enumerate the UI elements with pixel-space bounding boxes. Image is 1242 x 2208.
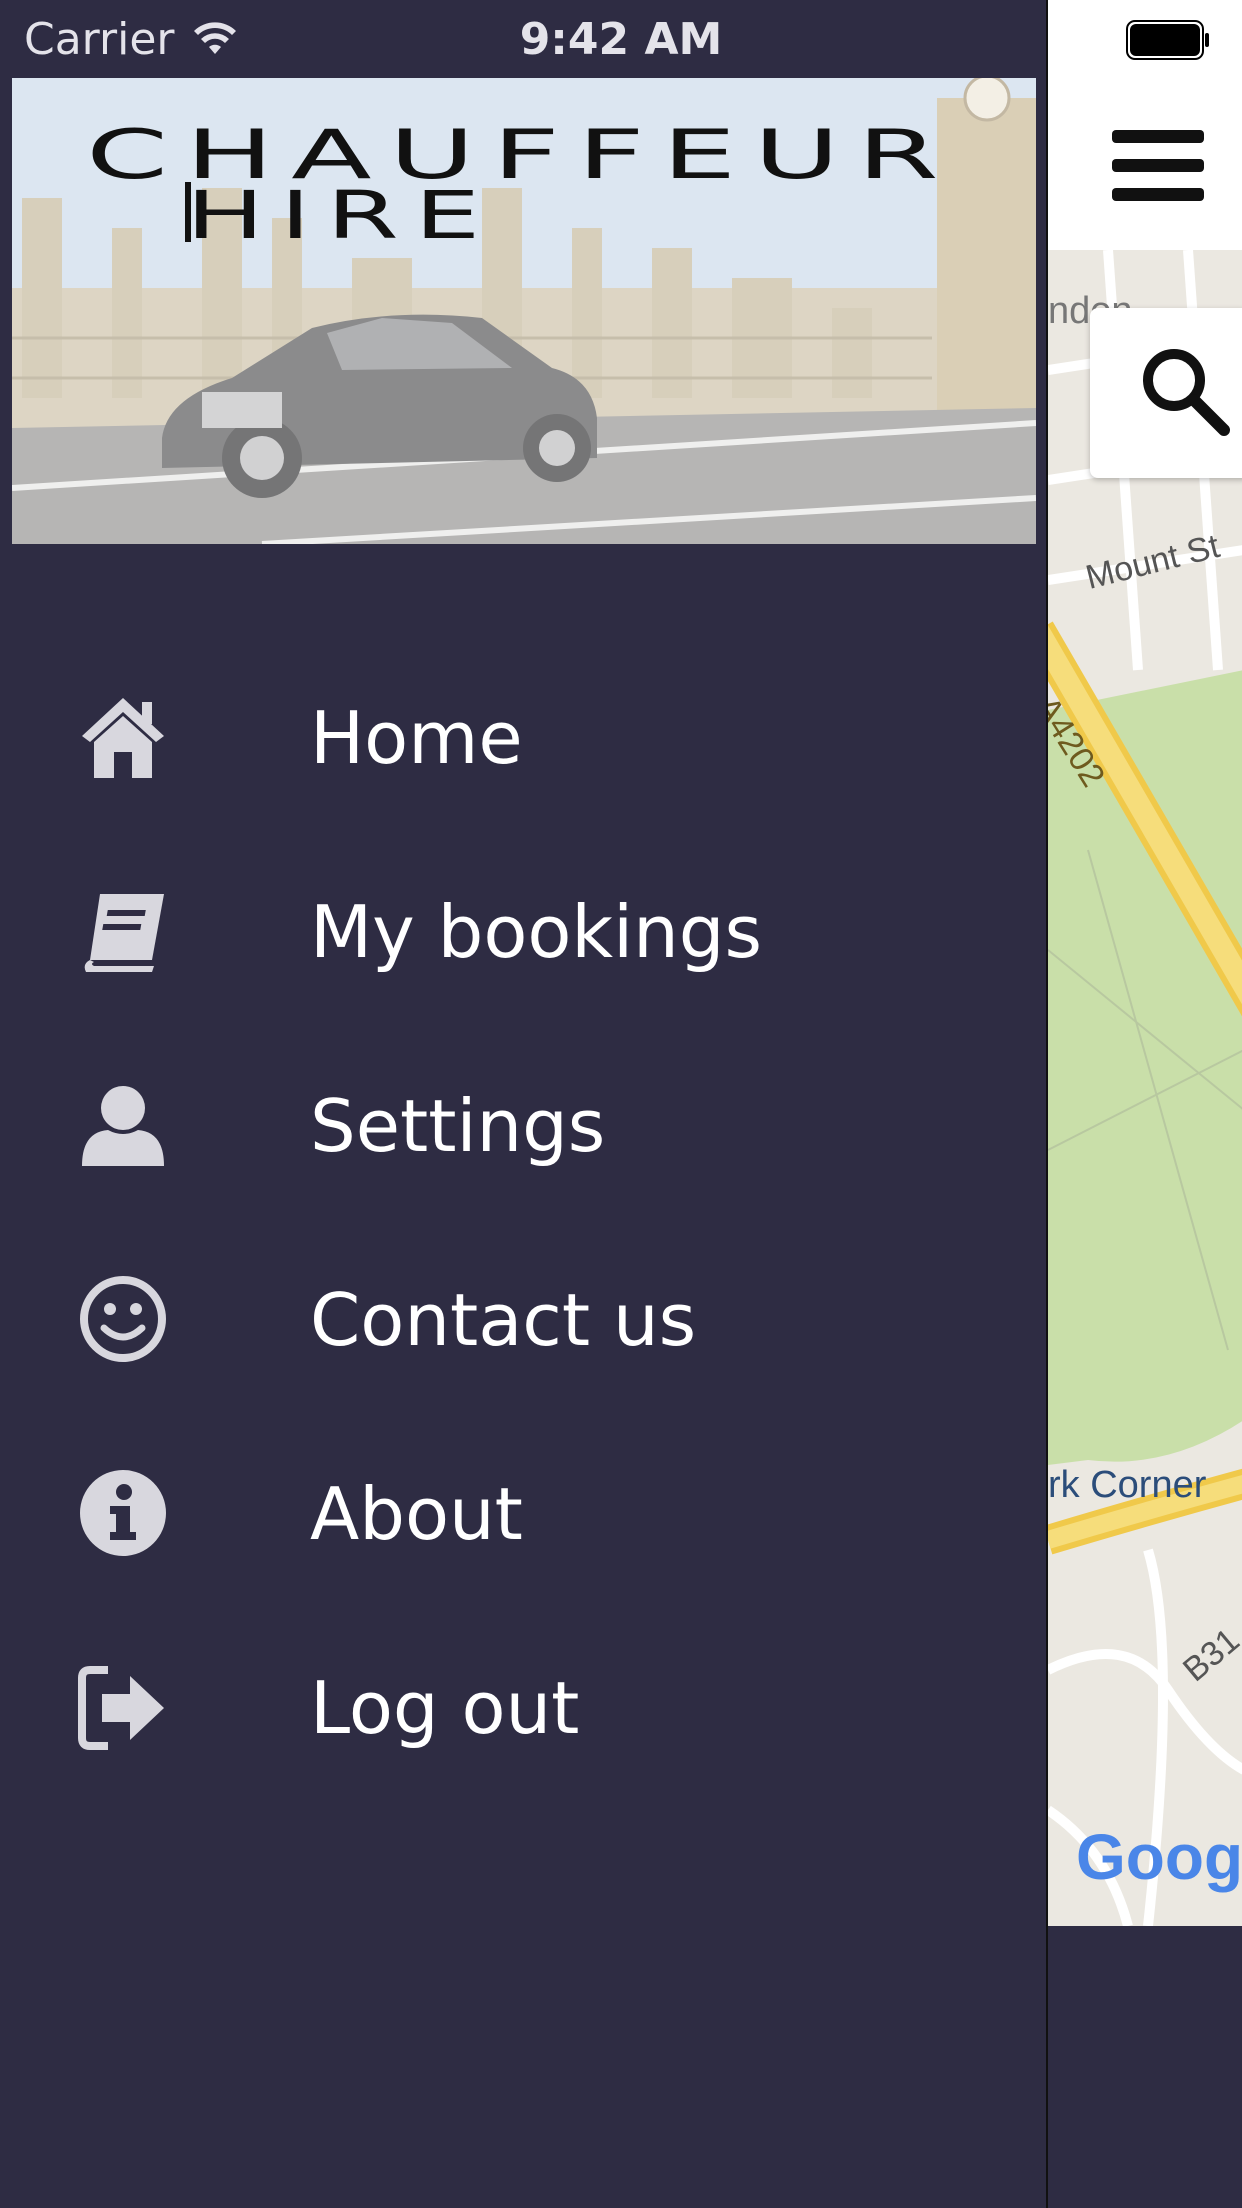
user-icon (82, 1086, 164, 1166)
map-label-park-corner: rk Corner (1048, 1464, 1207, 1506)
menu-item-home[interactable]: Home (0, 660, 1046, 810)
info-icon (80, 1470, 166, 1556)
menu-item-about[interactable]: About (0, 1436, 1046, 1586)
main-pane: ndon Mount St A4202 rk Corner B31 Googl (1046, 0, 1242, 2208)
smiley-icon (80, 1276, 166, 1362)
banner-illustration: CHAUFFEUR HIRE (12, 78, 1036, 544)
bottom-area (1048, 1926, 1242, 2208)
menu-label-settings: Settings (310, 1084, 606, 1168)
menu-item-log-out[interactable]: Log out (0, 1630, 1046, 1780)
header-banner: CHAUFFEUR HIRE (12, 78, 1036, 544)
map-view[interactable]: ndon Mount St A4202 rk Corner B31 Googl (1048, 250, 1242, 1926)
menu-label-contact-us: Contact us (310, 1278, 697, 1362)
home-icon (82, 698, 164, 778)
status-time: 9:42 AM (519, 14, 723, 65)
menu-label-my-bookings: My bookings (310, 890, 762, 974)
navigation-drawer: CHAUFFEUR HIRE Home My bookings Settings… (0, 0, 1046, 2208)
menu-label-log-out: Log out (310, 1666, 580, 1750)
search-icon (1143, 349, 1230, 436)
menu-item-my-bookings[interactable]: My bookings (0, 854, 1046, 1004)
menu-item-settings[interactable]: Settings (0, 1048, 1046, 1198)
menu-item-contact-us[interactable]: Contact us (0, 1242, 1046, 1392)
search-button[interactable] (1090, 308, 1242, 478)
brand-line-2: HIRE (186, 177, 496, 254)
hamburger-menu-icon[interactable] (1112, 130, 1204, 201)
book-icon (84, 894, 164, 972)
menu-label-home: Home (310, 696, 523, 780)
status-bar: Carrier 9:42 AM (0, 0, 1242, 80)
logout-icon (78, 1666, 164, 1750)
google-logo: Googl (1076, 1821, 1242, 1893)
battery-icon (1126, 20, 1209, 60)
menu-label-about: About (310, 1472, 523, 1556)
